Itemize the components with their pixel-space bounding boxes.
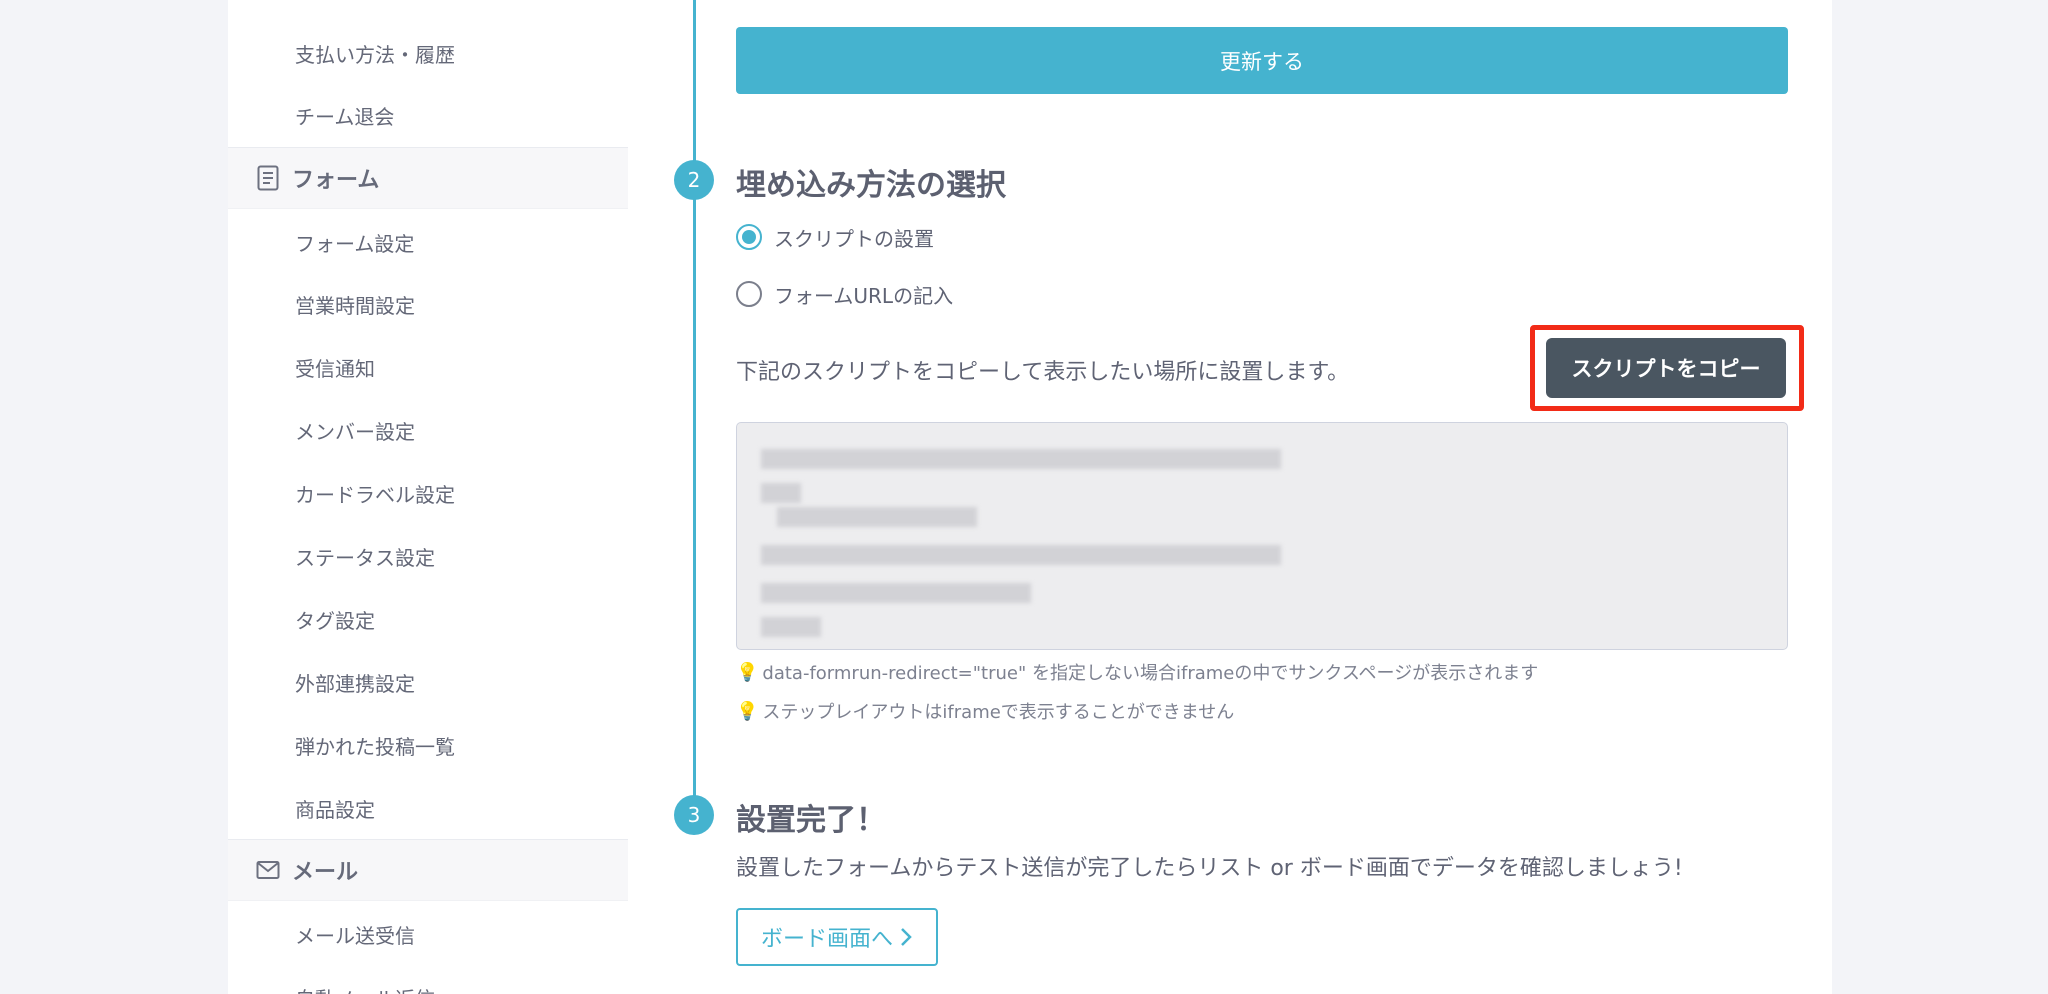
board-screen-button-label: ボード画面へ xyxy=(760,927,893,952)
sidebar-section-mail-label: メール xyxy=(292,860,359,885)
sidebar-item-business-hours[interactable]: 営業時間設定 xyxy=(228,273,628,335)
step-2-badge: 2 xyxy=(674,160,714,200)
script-code-box[interactable] xyxy=(736,422,1788,650)
board-screen-button[interactable]: ボード画面へ xyxy=(736,908,938,966)
sidebar-item-status[interactable]: ステータス設定 xyxy=(228,525,628,587)
lightbulb-icon: 💡 xyxy=(736,661,759,683)
sidebar-section-form[interactable]: フォーム xyxy=(228,147,628,209)
sidebar-item-products[interactable]: 商品設定 xyxy=(228,777,628,839)
sidebar-item-tags[interactable]: タグ設定 xyxy=(228,588,628,650)
script-description: 下記のスクリプトをコピーして表示したい場所に設置します。 xyxy=(736,360,1350,385)
sidebar: 支払い方法・履歴 チーム退会 フォーム フォーム設定 営業時間設定 受信通知 メ… xyxy=(228,0,629,994)
blurred-code-line xyxy=(777,507,977,527)
radio-unchecked-icon[interactable] xyxy=(736,281,762,307)
document-icon xyxy=(256,165,280,191)
sidebar-item-auto-reply[interactable]: 自動メール返信 xyxy=(228,966,628,994)
sidebar-section-form-label: フォーム xyxy=(292,168,380,193)
blurred-code-line xyxy=(761,545,1281,565)
step-progress-line xyxy=(693,0,696,800)
note-redirect: 💡 data-formrun-redirect="true" を指定しない場合i… xyxy=(736,659,1538,685)
radio-option-script-label: スクリプトの設置 xyxy=(774,226,934,251)
step-3-description: 設置したフォームからテスト送信が完了したらリスト or ボード画面でデータを確認… xyxy=(736,856,1683,881)
step-2-title: 埋め込み方法の選択 xyxy=(736,168,1006,203)
blurred-code-line xyxy=(761,449,1281,469)
update-button[interactable]: 更新する xyxy=(736,27,1788,94)
sidebar-item-card-labels[interactable]: カードラベル設定 xyxy=(228,462,628,524)
note-step-layout-text: ステップレイアウトはiframeで表示することができません xyxy=(762,702,1235,723)
sidebar-item-notifications[interactable]: 受信通知 xyxy=(228,336,628,398)
blurred-code-line xyxy=(761,483,801,503)
sidebar-item-members[interactable]: メンバー設定 xyxy=(228,399,628,461)
sidebar-item-integrations[interactable]: 外部連携設定 xyxy=(228,651,628,713)
lightbulb-icon: 💡 xyxy=(736,700,759,722)
chevron-right-icon xyxy=(901,928,912,946)
sidebar-item-rejected-posts[interactable]: 弾かれた投稿一覧 xyxy=(228,714,628,776)
note-redirect-text: data-formrun-redirect="true" を指定しない場合ifr… xyxy=(762,663,1539,684)
blurred-code-line xyxy=(761,583,1031,603)
radio-option-script[interactable]: スクリプトの設置 xyxy=(736,223,934,251)
copy-script-button[interactable]: スクリプトをコピー xyxy=(1546,338,1786,398)
sidebar-item-form-settings[interactable]: フォーム設定 xyxy=(228,211,628,273)
mail-icon xyxy=(256,857,280,883)
step-3-badge: 3 xyxy=(674,795,714,835)
sidebar-item-payment[interactable]: 支払い方法・履歴 xyxy=(228,22,628,84)
radio-option-form-url[interactable]: フォームURLの記入 xyxy=(736,280,953,308)
sidebar-item-team-leave[interactable]: チーム退会 xyxy=(228,84,628,146)
note-step-layout: 💡 ステップレイアウトはiframeで表示することができません xyxy=(736,698,1234,724)
radio-option-form-url-label: フォームURLの記入 xyxy=(774,283,954,308)
blurred-code-line xyxy=(761,617,821,637)
step-3-title: 設置完了！ xyxy=(736,803,886,838)
sidebar-section-mail[interactable]: メール xyxy=(228,839,628,901)
sidebar-item-mail-send-receive[interactable]: メール送受信 xyxy=(228,903,628,965)
radio-checked-icon[interactable] xyxy=(736,224,762,250)
